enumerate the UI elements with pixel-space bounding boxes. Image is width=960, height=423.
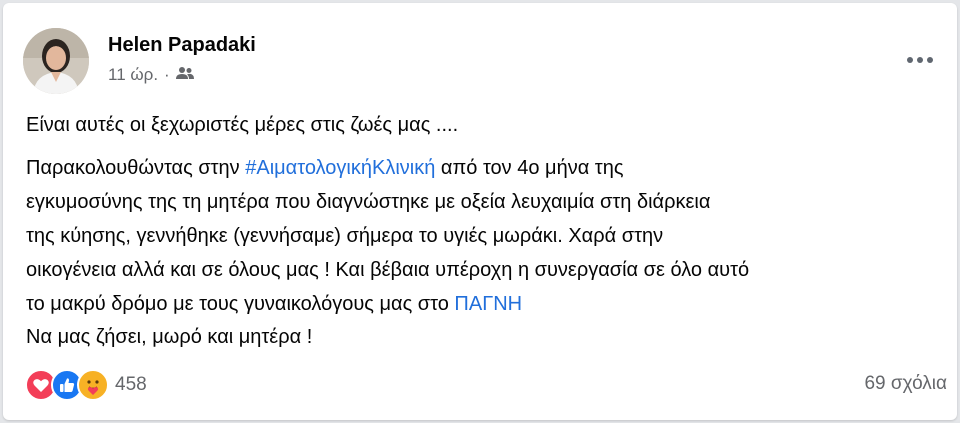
post-text-line: Παρακολουθώντας στην #ΑιματολογικήΚλινικ…: [26, 156, 623, 180]
friends-icon[interactable]: [175, 65, 194, 85]
post-text-segment: το μακρύ δρόμο με τους γυναικολόγους μας…: [26, 293, 455, 315]
post-timestamp[interactable]: 11 ώρ.: [108, 65, 158, 85]
reaction-count: 458: [115, 374, 147, 395]
hashtag-link[interactable]: #ΑιματολογικήΚλινική: [245, 157, 435, 179]
author-name[interactable]: Helen Papadaki: [108, 34, 256, 57]
post-meta: 11 ώρ. ·: [108, 65, 194, 85]
post-text-line: Να μας ζήσει, μωρό και μητέρα !: [26, 326, 313, 348]
post-text-segment: Παρακολουθώντας στην: [26, 157, 246, 179]
meta-separator: ·: [164, 65, 170, 84]
post-text-line: εγκυμοσύνης της τη μητέρα που διαγνώστηκ…: [26, 191, 711, 213]
post-text-line: της κύησης, γεννήθηκε (γεννήσαμε) σήμερα…: [26, 225, 664, 247]
post-text-line: Είναι αυτές οι ξεχωριστές μέρες στις ζωέ…: [26, 114, 459, 136]
post-text-line: το μακρύ δρόμο με τους γυναικολόγους μας…: [26, 292, 522, 316]
post-text-segment: από τον 4ο μήνα της: [435, 157, 624, 179]
comments-count-link[interactable]: 69 σχόλια: [864, 373, 947, 395]
care-reaction-icon: [77, 369, 109, 401]
mention-link[interactable]: ΠΑΓΝΗ: [454, 293, 522, 315]
more-options-button[interactable]: [898, 44, 942, 76]
post-card: Helen Papadaki 11 ώρ. · Είναι αυτές οι ξ…: [3, 3, 957, 420]
avatar[interactable]: [23, 28, 89, 94]
post-text-line: οικογένεια αλλά και σε όλους μας ! Και β…: [26, 259, 750, 281]
reactions-summary[interactable]: 458: [25, 369, 147, 401]
more-horizontal-icon: [907, 57, 933, 63]
